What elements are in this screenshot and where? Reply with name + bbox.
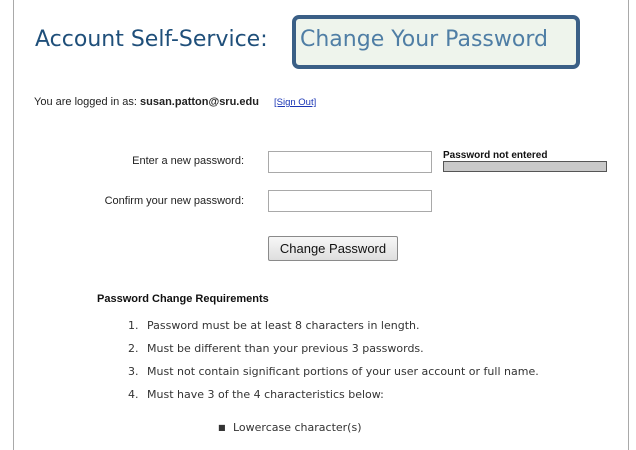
bullet-icon: ■	[218, 423, 226, 432]
characteristics-list: ■ Lowercase character(s)	[218, 416, 361, 439]
requirements-title: Password Change Requirements	[97, 293, 269, 305]
password-strength-meter	[443, 161, 607, 172]
login-status: You are logged in as: susan.patton@sru.e…	[34, 96, 316, 108]
sign-out-link[interactable]: [Sign Out]	[274, 97, 316, 108]
requirement-item: 3. Must not contain significant portions …	[128, 365, 539, 378]
confirm-password-field[interactable]	[268, 190, 432, 212]
logged-in-username: susan.patton@sru.edu	[140, 96, 259, 108]
page-title: Account Self-Service:	[35, 27, 268, 52]
requirements-list: 1. Password must be at least 8 characters…	[128, 314, 539, 406]
new-password-label: Enter a new password:	[132, 155, 244, 167]
requirement-item: 1. Password must be at least 8 characters…	[128, 319, 420, 332]
confirm-password-label: Confirm your new password:	[104, 195, 244, 207]
password-strength-text: Password not entered	[443, 150, 548, 161]
requirement-item: 2. Must be different than your previous 3…	[128, 342, 424, 355]
page-title-highlight: Change Your Password	[300, 27, 548, 52]
login-prefix: You are logged in as:	[34, 96, 137, 108]
characteristic-item: ■ Lowercase character(s)	[218, 416, 361, 439]
change-password-button[interactable]: Change Password	[268, 236, 398, 261]
requirement-item: 4. Must have 3 of the 4 characteristics b…	[128, 388, 384, 401]
new-password-field[interactable]	[268, 151, 432, 173]
